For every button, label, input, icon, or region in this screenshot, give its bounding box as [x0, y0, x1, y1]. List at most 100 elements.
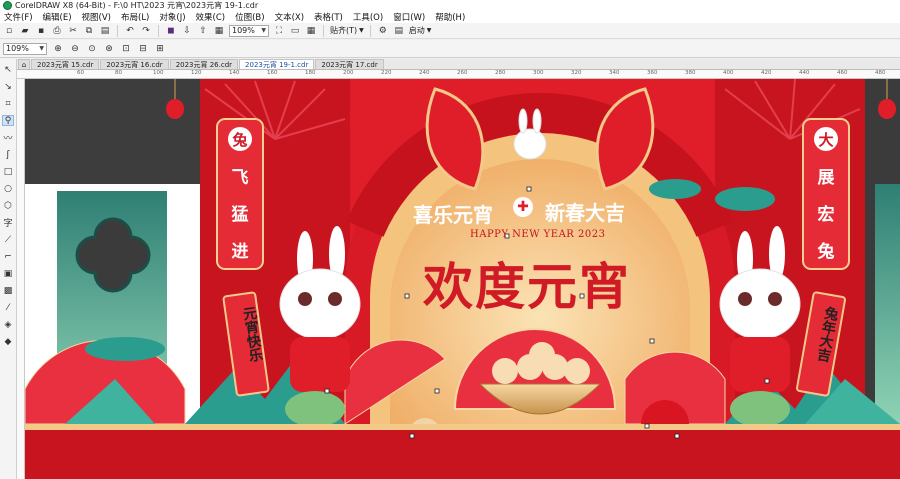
- ruler-tick-label: 300: [533, 70, 544, 76]
- export-icon[interactable]: ⇧: [197, 25, 209, 37]
- zoom-level-combo[interactable]: 109% ▼: [229, 24, 269, 37]
- ruler-tick-label: 100: [153, 70, 164, 76]
- cut-icon[interactable]: ✂: [67, 25, 79, 37]
- banner-char: 猛: [231, 205, 249, 225]
- zoom-to-page-icon[interactable]: ⊡: [120, 43, 132, 55]
- menu-tools[interactable]: 工具(O): [353, 11, 383, 23]
- paste-icon[interactable]: ▤: [99, 25, 111, 37]
- ruler-tick-label: 60: [77, 70, 84, 76]
- menu-object[interactable]: 对象(J): [159, 11, 185, 23]
- ellipse-tool-icon[interactable]: ○: [2, 183, 14, 194]
- print-icon[interactable]: ⎙: [51, 25, 63, 37]
- welcome-home-icon[interactable]: ⌂: [18, 59, 30, 69]
- arch-text-left: 喜乐元宵: [413, 203, 493, 227]
- banner-char: 宏: [817, 205, 835, 225]
- document-tabs: ⌂ 2023元宵 15.cdr 2023元宵 16.cdr 2023元宵 26.…: [17, 59, 900, 70]
- zoom-levels-combo[interactable]: 109% ▼: [3, 42, 47, 55]
- banner-char: 兔: [228, 127, 252, 151]
- zoom-tool-icon[interactable]: ⚲: [2, 115, 14, 126]
- copy-icon[interactable]: ⧉: [83, 25, 95, 37]
- open-folder-icon[interactable]: ▰: [19, 25, 31, 37]
- launch-button[interactable]: 启动 ▼: [409, 25, 432, 36]
- zoom-to-page-width-icon[interactable]: ⊟: [137, 43, 149, 55]
- interactive-fill-icon[interactable]: ◈: [2, 319, 14, 330]
- ruler-tick-label: 440: [799, 70, 810, 76]
- vertical-ruler[interactable]: [17, 79, 25, 479]
- shape-tool-icon[interactable]: ↘: [2, 81, 14, 92]
- menu-edit[interactable]: 编辑(E): [43, 11, 72, 23]
- drop-shadow-icon[interactable]: ▣: [2, 268, 14, 279]
- options-gear-icon[interactable]: ⚙: [377, 25, 389, 37]
- polygon-tool-icon[interactable]: ⬡: [2, 200, 14, 211]
- menu-bitmaps[interactable]: 位图(B): [235, 11, 264, 23]
- zoom-to-page-height-icon[interactable]: ⊞: [154, 43, 166, 55]
- full-screen-icon[interactable]: ⛶: [273, 25, 285, 37]
- snap-to-label: 贴齐(T): [330, 26, 358, 35]
- property-bar: 109% ▼ ⊕ ⊖ ⊙ ⊛ ⊡ ⊟ ⊞: [0, 40, 900, 58]
- undo-icon[interactable]: ↶: [124, 25, 136, 37]
- import-icon[interactable]: ⇩: [181, 25, 193, 37]
- separator: [323, 24, 324, 37]
- ruler-tick-label: 120: [191, 70, 202, 76]
- rectangle-tool-icon[interactable]: □: [2, 166, 14, 177]
- banner-char: 进: [231, 242, 249, 262]
- smart-fill-icon[interactable]: ◆: [2, 336, 14, 347]
- transparency-tool-icon[interactable]: ▩: [2, 285, 14, 296]
- ruler-tick-label: 80: [115, 70, 122, 76]
- ruler-tick-label: 480: [875, 70, 886, 76]
- menu-help[interactable]: 帮助(H): [435, 11, 465, 23]
- ruler-tick-label: 280: [495, 70, 506, 76]
- menu-layout[interactable]: 布局(L): [121, 11, 149, 23]
- redo-icon[interactable]: ↷: [140, 25, 152, 37]
- document-tab[interactable]: 2023元宵 15.cdr: [31, 59, 100, 69]
- document-tab[interactable]: 2023元宵 17.cdr: [315, 59, 384, 69]
- artistic-media-icon[interactable]: ʃ: [2, 149, 14, 160]
- zoom-in-icon[interactable]: ⊕: [52, 43, 64, 55]
- menu-bar: 文件(F) 编辑(E) 视图(V) 布局(L) 对象(J) 效果(C) 位图(B…: [0, 11, 900, 23]
- application-launcher-icon[interactable]: ▤: [393, 25, 405, 37]
- text-tool-icon[interactable]: 字: [2, 217, 14, 229]
- banner-char: 兔: [817, 242, 835, 262]
- zoom-to-all-objects-icon[interactable]: ⊛: [103, 43, 115, 55]
- menu-view[interactable]: 视图(V): [82, 11, 111, 23]
- document-tab[interactable]: 2023元宵 26.cdr: [169, 59, 239, 69]
- document-tab[interactable]: 2023元宵 16.cdr: [100, 59, 169, 69]
- menu-window[interactable]: 窗口(W): [393, 11, 425, 23]
- freehand-tool-icon[interactable]: 〰: [2, 132, 14, 144]
- show-rulers-icon[interactable]: ▭: [289, 25, 301, 37]
- save-icon[interactable]: ▪: [35, 25, 47, 37]
- coreldraw-app-icon: [3, 1, 12, 10]
- ruler-tick-label: 240: [419, 70, 430, 76]
- show-grid-icon[interactable]: ▦: [305, 25, 317, 37]
- ruler-tick-label: 340: [609, 70, 620, 76]
- title-bar: CorelDRAW X8 (64-Bit) - F:\0 HT\2023 元宵\…: [0, 0, 900, 11]
- export-pdf-icon[interactable]: ▦: [213, 25, 225, 37]
- drawing-canvas[interactable]: 兔 飞 猛 进 大 展 宏 兔 喜乐元宵 ✚ 新春大吉 HAPPY NEW YE…: [25, 79, 900, 479]
- crop-tool-icon[interactable]: ⌗: [2, 98, 14, 109]
- color-eyedropper-icon[interactable]: ⁄: [2, 302, 14, 313]
- zoom-out-icon[interactable]: ⊖: [69, 43, 81, 55]
- chevron-down-icon: ▼: [261, 27, 266, 34]
- new-document-icon[interactable]: ▫: [3, 25, 15, 37]
- menu-effects[interactable]: 效果(C): [196, 11, 226, 23]
- search-content-icon[interactable]: ◼: [165, 25, 177, 37]
- ruler-tick-label: 160: [267, 70, 278, 76]
- horizontal-ruler[interactable]: 60 80 100 120 140 160 180 200 220 240 260 280 300 320…: [17, 70, 900, 79]
- ruler-tick-label: 400: [723, 70, 734, 76]
- menu-file[interactable]: 文件(F): [4, 11, 33, 23]
- zoom-to-selected-icon[interactable]: ⊙: [86, 43, 98, 55]
- menu-table[interactable]: 表格(T): [314, 11, 343, 23]
- banner-char: 展: [817, 168, 835, 188]
- connector-tool-icon[interactable]: ⌐: [2, 251, 14, 262]
- menu-text[interactable]: 文本(X): [275, 11, 304, 23]
- pick-tool-icon[interactable]: ↖: [2, 64, 14, 75]
- document-tab-active[interactable]: 2023元宵 19-1.cdr: [239, 59, 315, 69]
- launch-label: 启动: [408, 26, 425, 35]
- ruler-tick-label: 260: [457, 70, 468, 76]
- main-title: 欢度元宵: [423, 258, 631, 316]
- zoom-levels-value: 109%: [6, 44, 29, 53]
- separator: [369, 24, 371, 37]
- standard-toolbar: ▫ ▰ ▪ ⎙ ✂ ⧉ ▤ ↶ ↷ ◼ ⇩ ⇧ ▦ 109% ▼ ⛶ ▭ ▦ 贴齐…: [0, 23, 900, 39]
- snap-to-button[interactable]: 贴齐(T) ▼: [330, 25, 364, 36]
- parallel-dimension-icon[interactable]: ⟋: [2, 234, 14, 245]
